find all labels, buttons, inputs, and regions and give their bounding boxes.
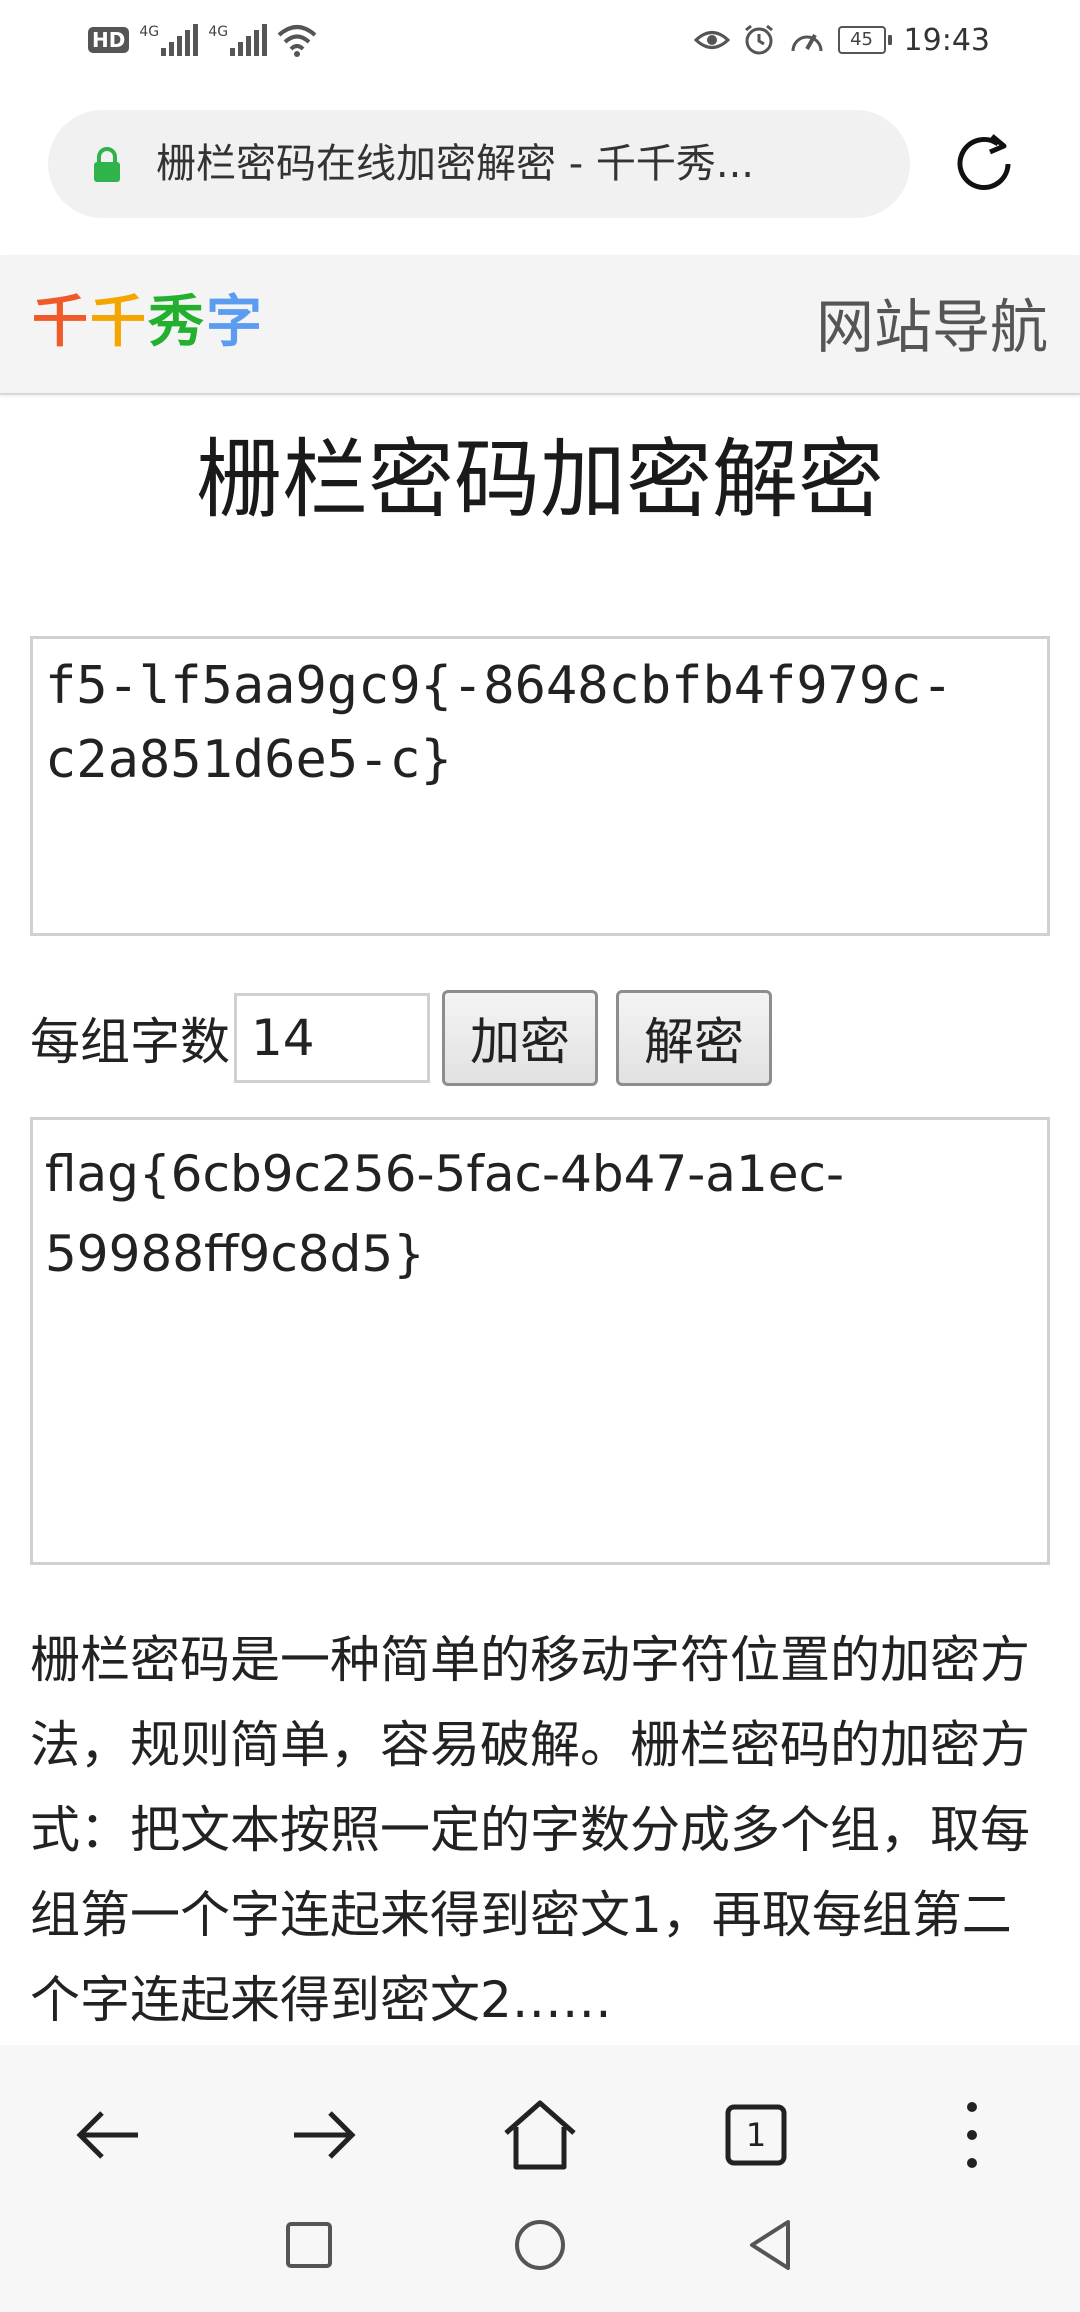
status-right: 45 19:43 [693,16,990,64]
forward-arrow-icon[interactable] [274,2085,374,2185]
site-logo[interactable]: 千千秀字 [32,285,264,361]
logo-char-4: 字 [206,290,264,355]
logo-char-1: 千 [32,290,90,355]
logo-char-2: 千 [90,290,148,355]
group-size-input[interactable] [234,993,430,1083]
logo-char-3: 秀 [148,290,206,355]
signal-icon: 4G [139,24,199,56]
tab-count: 1 [745,2116,767,2154]
battery-level: 45 [837,26,886,54]
page-title: 栅栏密码加密解密 [196,430,884,530]
more-vert-icon[interactable] [922,2085,1022,2185]
speed-icon [791,34,823,52]
tabs-button[interactable]: 1 [706,2085,806,2185]
encrypt-button[interactable]: 加密 [442,990,598,1086]
cipher-text-input[interactable]: f5-lf5aa9gc9{-8648cbfb4f979c-c2a851d6e5-… [30,636,1050,936]
back-arrow-icon[interactable] [58,2085,158,2185]
hd-badge: HD [88,27,130,53]
network-type-label: 4G [139,24,160,40]
system-nav-bar [0,2180,1080,2312]
home-icon[interactable] [490,2085,590,2185]
battery-icon: 45 [837,26,892,54]
plain-text-output[interactable]: flag{6cb9c256-5fac-4b47-a1ec-59988ff9c8d… [30,1117,1050,1565]
alarm-icon [744,24,773,55]
eye-icon [693,31,730,49]
status-left: HD 4G 4G [88,18,317,62]
status-bar: HD 4G 4G 45 19:43 [0,0,1080,80]
lock-icon [94,147,120,182]
back-triangle-icon[interactable] [736,2210,806,2280]
reload-icon[interactable] [946,124,1026,204]
decrypt-button[interactable]: 解密 [616,990,772,1086]
home-circle-icon[interactable] [505,2210,575,2280]
network-type-label-2: 4G [208,24,229,40]
site-header: 千千秀字 网站导航 [0,255,1080,395]
signal-icon-2: 4G [208,24,268,56]
description-text: 栅栏密码是一种简单的移动字符位置的加密方法，规则简单，容易破解。栅栏密码的加密方… [30,1631,1030,2029]
group-size-label: 每组字数 [30,1013,230,1071]
url-title[interactable]: 栅栏密码在线加密解密 - 千千秀... [156,136,896,192]
recents-square-icon[interactable] [274,2210,344,2280]
url-bar[interactable]: 栅栏密码在线加密解密 - 千千秀... [48,110,910,218]
site-nav-link[interactable]: 网站导航 [816,289,1048,365]
clock: 19:43 [903,22,990,58]
wifi-icon [278,25,317,57]
controls-row: 每组字数 加密 解密 [30,990,772,1086]
